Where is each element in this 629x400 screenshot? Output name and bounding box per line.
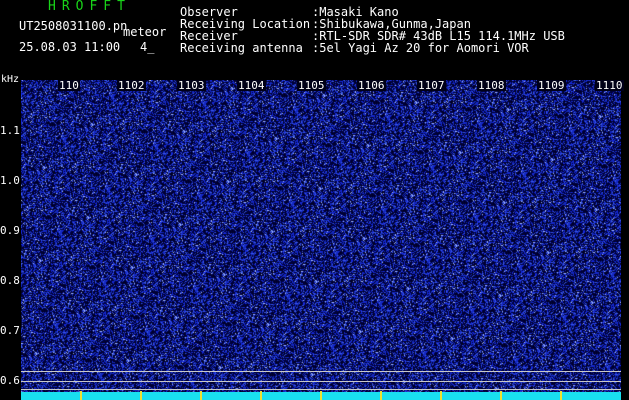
antenna-label: Receiving antenna (180, 41, 303, 55)
time-label: 1108 (477, 79, 506, 92)
time-label: 1103 (177, 79, 206, 92)
spectrogram-plot (21, 80, 621, 396)
time-label: 1104 (237, 79, 266, 92)
freq-label: 0.8 (0, 274, 20, 287)
freq-label: 1.0 (0, 174, 20, 187)
yellow-tick (560, 391, 562, 400)
yellow-tick (140, 391, 142, 400)
time-label: 1107 (417, 79, 446, 92)
reference-line (21, 381, 621, 382)
time-label: 1109 (537, 79, 566, 92)
time-label: 1102 (117, 79, 146, 92)
freq-label: 1.1 (0, 124, 20, 137)
yellow-tick (380, 391, 382, 400)
time-label: 1106 (357, 79, 386, 92)
freq-label: 0.7 (0, 324, 20, 337)
spectrogram-noise (21, 80, 621, 396)
app-title: HROFFT (48, 0, 131, 14)
time-label: 1105 (297, 79, 326, 92)
freq-label: 0.9 (0, 224, 20, 237)
yellow-tick (260, 391, 262, 400)
file-name: UT2508031100.pn (19, 19, 128, 33)
freq-label: 0.6 (0, 374, 20, 387)
channel-number: 4_ (140, 40, 155, 54)
time-label: 110 (58, 79, 80, 92)
yellow-tick (80, 391, 82, 400)
antenna-value: :5el Yagi Az 20 for Aomori VOR (312, 41, 529, 55)
reference-line (21, 389, 621, 390)
reference-line (21, 371, 621, 372)
frequency-unit-label: kHz (1, 74, 20, 85)
yellow-tick (200, 391, 202, 400)
yellow-tick (440, 391, 442, 400)
yellow-tick (500, 391, 502, 400)
mode-label: meteor (123, 25, 167, 39)
timestamp: 25.08.03 11:00 (19, 40, 121, 54)
yellow-tick (320, 391, 322, 400)
time-label: 1110 (595, 79, 624, 92)
